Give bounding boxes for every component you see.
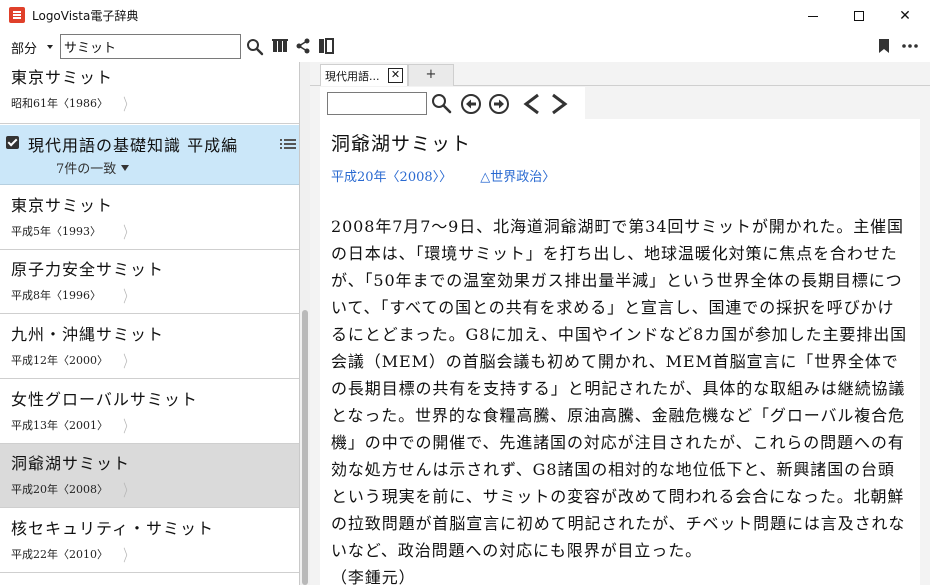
find-in-article-input[interactable] <box>327 92 427 115</box>
title-bar: LogoVista電子辞典 ✕ <box>0 0 930 32</box>
result-item[interactable]: 核セキュリティ・サミット 平成22年〈2010〉 〉 <box>0 509 299 573</box>
result-title: 九州・沖縄サミット <box>11 325 165 344</box>
maximize-button[interactable] <box>836 0 882 32</box>
result-item[interactable]: 九州・沖縄サミット 平成12年〈2000〉 〉 <box>0 315 299 379</box>
forward-arrow-icon[interactable] <box>549 93 569 115</box>
panel-layout-icon[interactable] <box>318 38 334 54</box>
result-item-selected[interactable]: 洞爺湖サミット 平成20年〈2008〉 〉 <box>0 444 299 508</box>
article-pane: 現代用語... ✕ + 洞爺湖サミット 平成20年〈2008〉〉 △世界政治〉 <box>310 62 930 585</box>
result-item[interactable]: 原子力安全サミット 平成8年〈1996〉 〉 <box>0 250 299 314</box>
result-date: 平成13年〈2001〉 <box>11 419 108 432</box>
window-title: LogoVista電子辞典 <box>32 9 139 23</box>
chevron-right-icon: 〉 <box>123 417 133 436</box>
dictionary-group-header[interactable]: 現代用語の基礎知識 平成編 7件の一致 <box>0 125 299 185</box>
result-title: 核セキュリティ・サミット <box>11 519 215 538</box>
share-icon[interactable] <box>295 38 311 54</box>
chevron-right-icon: 〉 <box>123 223 133 242</box>
result-date: 平成20年〈2008〉 <box>11 483 108 496</box>
tab-close-button[interactable]: ✕ <box>388 68 403 83</box>
tab-article[interactable]: 現代用語... ✕ <box>320 64 408 86</box>
search-icon[interactable] <box>430 92 452 114</box>
result-title: 東京サミット <box>11 196 114 215</box>
result-date: 平成22年〈2010〉 <box>11 548 108 561</box>
article-navbar <box>320 87 585 119</box>
result-item[interactable]: 東京サミット 昭和61年〈1986〉 〉 <box>0 62 299 124</box>
results-list: 東京サミット 昭和61年〈1986〉 〉 現代用語の基礎知識 平成編 7件の一致… <box>0 62 300 585</box>
results-scrollbar-thumb[interactable] <box>302 310 308 585</box>
chevron-right-icon: 〉 <box>123 481 133 500</box>
tab-bar: 現代用語... ✕ + <box>310 62 930 86</box>
chevron-down-icon[interactable] <box>121 165 129 171</box>
result-title: 女性グローバルサミット <box>11 390 198 409</box>
result-item[interactable]: 東京サミット 平成5年〈1993〉 〉 <box>0 186 299 250</box>
maximize-icon <box>854 11 864 21</box>
article-author: （李鍾元） <box>331 568 416 585</box>
chevron-right-icon: 〉 <box>123 546 133 565</box>
previous-match-icon[interactable] <box>460 93 482 115</box>
article-meta: 平成20年〈2008〉〉 △世界政治〉 <box>331 166 555 185</box>
tab-label: 現代用語... <box>325 70 380 83</box>
article-body-text: 2008年7月7～9日、北海道洞爺湖町で第34回サミットが開かれた。主催国の日本… <box>331 217 908 560</box>
bookmark-icon[interactable] <box>877 38 891 54</box>
result-title: 東京サミット <box>11 68 114 87</box>
result-date: 平成12年〈2000〉 <box>11 354 108 367</box>
match-count: 7件の一致 <box>56 162 117 177</box>
add-tab-button[interactable]: + <box>408 64 454 86</box>
result-title: 原子力安全サミット <box>11 260 165 279</box>
article-content: 洞爺湖サミット 平成20年〈2008〉〉 △世界政治〉 2008年7月7～9日、… <box>320 119 920 585</box>
article-title: 洞爺湖サミット <box>331 133 472 155</box>
app-logo-icon <box>9 7 25 23</box>
result-item[interactable]: 女性グローバルサミット 平成13年〈2001〉 〉 <box>0 380 299 444</box>
minimize-button[interactable] <box>790 0 836 32</box>
close-icon: ✕ <box>899 8 911 24</box>
chevron-right-icon: 〉 <box>123 352 133 371</box>
dictionary-name: 現代用語の基礎知識 平成編 <box>28 136 239 155</box>
back-arrow-icon[interactable] <box>522 93 542 115</box>
result-date: 平成5年〈1993〉 <box>11 225 101 238</box>
books-icon[interactable] <box>272 38 288 54</box>
chevron-down-icon[interactable] <box>47 45 53 49</box>
more-icon[interactable] <box>901 38 919 54</box>
close-button[interactable]: ✕ <box>882 0 928 32</box>
list-icon[interactable] <box>280 137 296 151</box>
search-icon[interactable] <box>246 38 264 56</box>
chevron-right-icon: 〉 <box>123 95 133 114</box>
search-scope-dropdown[interactable]: 部分 <box>11 38 37 57</box>
result-title: 洞爺湖サミット <box>11 454 131 473</box>
article-date-link[interactable]: 平成20年〈2008〉〉 <box>331 170 452 185</box>
article-category-link[interactable]: △世界政治〉 <box>480 170 555 185</box>
dictionary-checkbox[interactable] <box>6 136 19 149</box>
chevron-right-icon: 〉 <box>123 287 133 306</box>
article-body: 2008年7月7～9日、北海道洞爺湖町で第34回サミットが開かれた。主催国の日本… <box>331 213 909 585</box>
result-date: 昭和61年〈1986〉 <box>11 97 108 110</box>
minimize-icon <box>808 15 818 17</box>
search-input[interactable]: サミット <box>60 34 241 59</box>
toolbar: 部分 サミット <box>0 32 930 62</box>
result-date: 平成8年〈1996〉 <box>11 289 101 302</box>
next-match-icon[interactable] <box>488 93 510 115</box>
